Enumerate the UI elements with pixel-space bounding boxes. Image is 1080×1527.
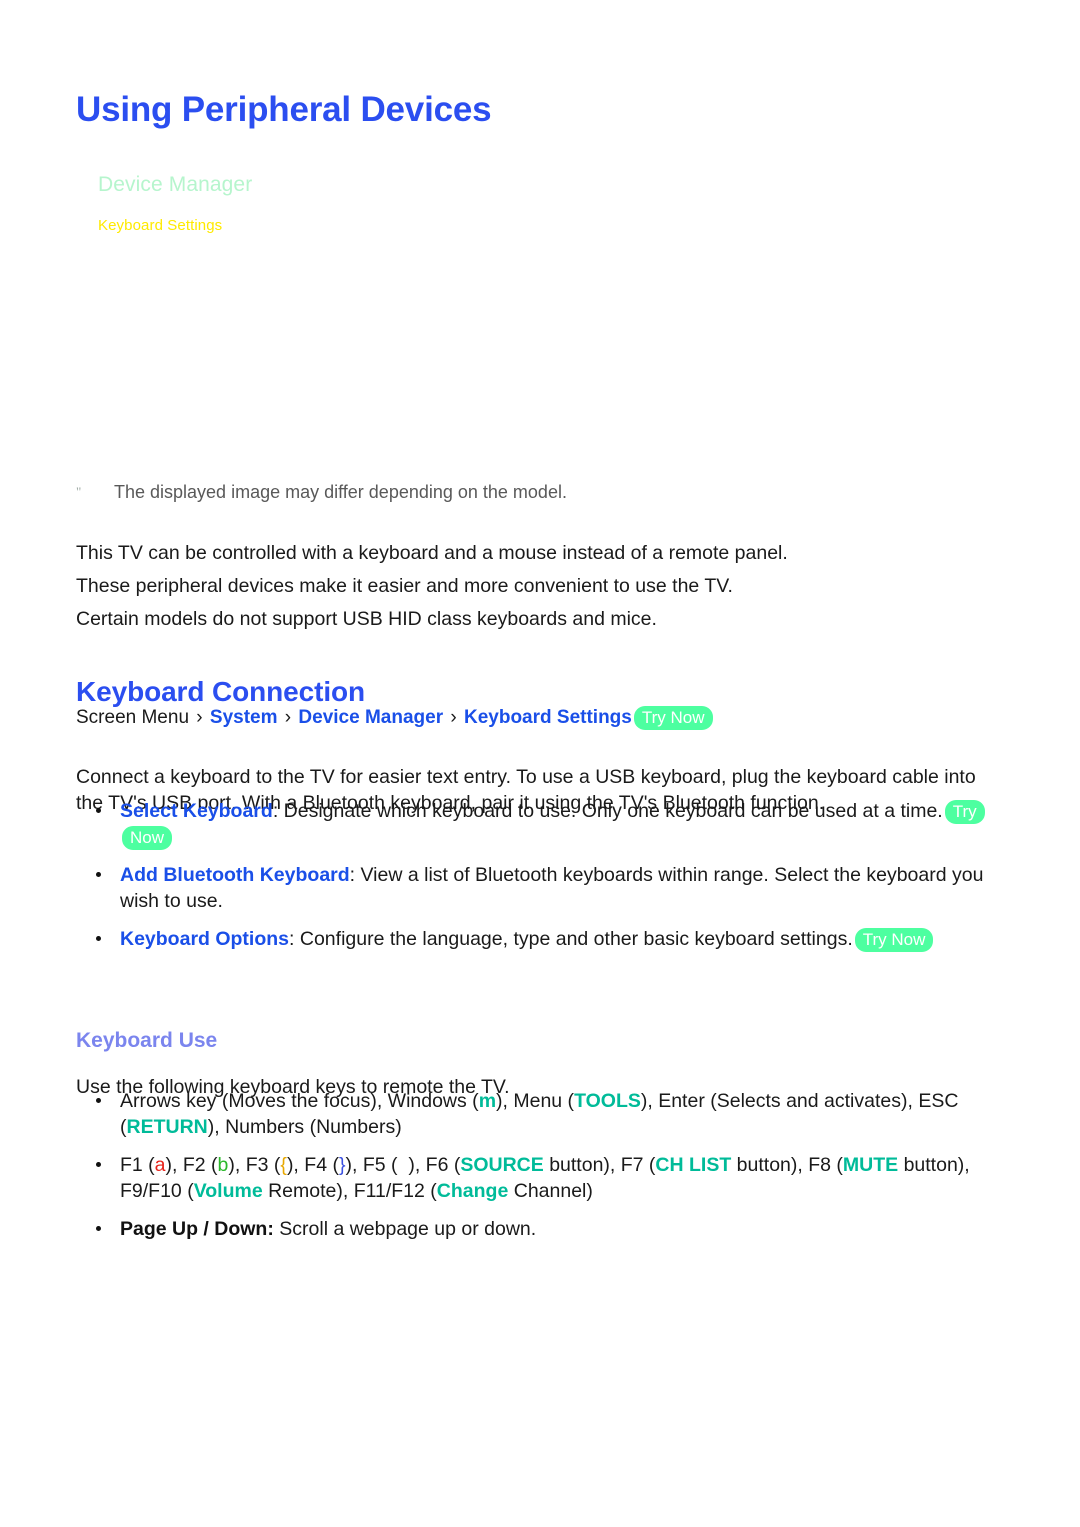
f8-label: F8 ( [808, 1154, 843, 1176]
f2-color-glyph-green-icon: b [217, 1154, 229, 1176]
breadcrumb-item-system[interactable]: System [210, 707, 278, 728]
intro-paragraph-2: These peripheral devices make it easier … [76, 574, 733, 597]
arrows-line-post-windows: ), Menu ( [496, 1090, 575, 1112]
tv-menu-title: Device Manager [98, 173, 253, 196]
return-key-label: RETURN [126, 1116, 208, 1138]
volume-key-label: Volume [193, 1180, 263, 1202]
try-now-badge-breadcrumb[interactable]: Try Now [633, 706, 713, 730]
f6-label: F6 ( [425, 1154, 461, 1176]
page-keys-term: Page Up / Down [120, 1218, 268, 1240]
intro-paragraph-1: This TV can be controlled with a keyboar… [76, 541, 788, 564]
page-keys-description: Scroll a webpage up or down. [279, 1218, 537, 1240]
document-page: Using Peripheral Devices Device Manager … [0, 0, 1080, 1527]
bullet-dot-icon [96, 1226, 101, 1231]
list-item-description: Designate which keyboard to use. Only on… [283, 800, 943, 822]
breadcrumb-item-keyboard-settings[interactable]: Keyboard Settings [464, 707, 632, 728]
list-item-term[interactable]: Select Keyboard [120, 800, 273, 822]
breadcrumb-separator-1: › [196, 707, 203, 728]
f1-label: F1 ( [120, 1154, 155, 1176]
list-item: Page Up / Down: Scroll a webpage up or d… [76, 1216, 1016, 1242]
list-item: Arrows key (Moves the focus), Windows (m… [76, 1088, 1016, 1140]
f3-close: ), [286, 1154, 299, 1176]
page-keys-separator: : [267, 1218, 274, 1240]
f5-label: F5 ( [362, 1154, 398, 1176]
keyboard-use-list: Arrows key (Moves the focus), Windows (m… [76, 1088, 1016, 1254]
quote-mark-icon: " [76, 484, 82, 499]
f1-color-glyph-red-icon: a [154, 1154, 166, 1176]
windows-key-glyph: m [478, 1090, 497, 1112]
mute-key-label: MUTE [842, 1154, 899, 1176]
tools-key-label: TOOLS [574, 1090, 641, 1112]
f5-close: ), [408, 1154, 421, 1176]
f7-close: button), [731, 1154, 803, 1176]
bullet-dot-icon [96, 808, 101, 813]
bullet-dot-icon [96, 1098, 101, 1103]
list-item: F1 (a), F2 (b), F3 ({), F4 (}), F5 ( ), … [76, 1152, 1016, 1204]
f11-label: F11/F12 ( [353, 1180, 437, 1202]
f8-close: button), [898, 1154, 970, 1176]
list-item-term[interactable]: Keyboard Options [120, 928, 289, 950]
intro-paragraph-3: Certain models do not support USB HID cl… [76, 607, 657, 630]
section-heading-keyboard-connection: Keyboard Connection [76, 676, 366, 708]
list-item-description: Configure the language, type and other b… [299, 928, 853, 950]
breadcrumb: Screen Menu › System › Device Manager › … [76, 705, 713, 731]
f5-color-glyph-missing-icon [397, 1154, 408, 1176]
breadcrumb-item-device-manager[interactable]: Device Manager [298, 707, 443, 728]
list-item: Add Bluetooth Keyboard: View a list of B… [76, 862, 1016, 914]
bullet-dot-icon [96, 872, 101, 877]
ch-list-key-label: CH LIST [655, 1154, 732, 1176]
breadcrumb-separator-2: › [284, 707, 292, 728]
arrows-line-tail: ), Numbers (Numbers) [207, 1116, 402, 1138]
tv-menu-item-keyboard-settings: Keyboard Settings [98, 217, 223, 234]
list-item-term[interactable]: Add Bluetooth Keyboard [120, 864, 350, 886]
bullet-dot-icon [96, 1162, 101, 1167]
arrows-line-pre: Arrows key (Moves the focus), Windows ( [120, 1090, 479, 1112]
list-item: Keyboard Options: Configure the language… [76, 926, 1016, 952]
tv-menu-figure: Device Manager Keyboard Settings [76, 160, 1006, 460]
f1-close: ), [165, 1154, 178, 1176]
f9-close: Remote), [262, 1180, 349, 1202]
page-title: Using Peripheral Devices [76, 90, 492, 130]
change-key-label: Change [436, 1180, 509, 1202]
try-now-badge-keyboard-options[interactable]: Try Now [854, 928, 934, 952]
figure-note-text: The displayed image may differ depending… [114, 482, 567, 502]
list-item-separator: : [349, 864, 356, 886]
f6-close: button), [543, 1154, 616, 1176]
f4-close: ), [345, 1154, 358, 1176]
f11-close: Channel) [508, 1180, 593, 1202]
f2-label: F2 ( [182, 1154, 218, 1176]
breadcrumb-separator-3: › [450, 707, 457, 728]
source-key-label: SOURCE [460, 1154, 544, 1176]
section-heading-keyboard-use: Keyboard Use [76, 1029, 218, 1052]
f7-label: F7 ( [620, 1154, 656, 1176]
breadcrumb-root: Screen Menu [76, 707, 190, 728]
f3-label: F3 ( [245, 1154, 281, 1176]
list-item-separator: : [289, 928, 295, 950]
list-item-separator: : [272, 800, 279, 822]
list-item: Select Keyboard: Designate which keyboar… [76, 798, 1016, 850]
f9-label: F9/F10 ( [120, 1180, 194, 1202]
keyboard-connection-list: Select Keyboard: Designate which keyboar… [76, 798, 1016, 964]
bullet-dot-icon [96, 936, 101, 941]
f4-label: F4 ( [304, 1154, 339, 1176]
f2-close: ), [228, 1154, 241, 1176]
figure-note: " The displayed image may differ dependi… [76, 481, 976, 503]
